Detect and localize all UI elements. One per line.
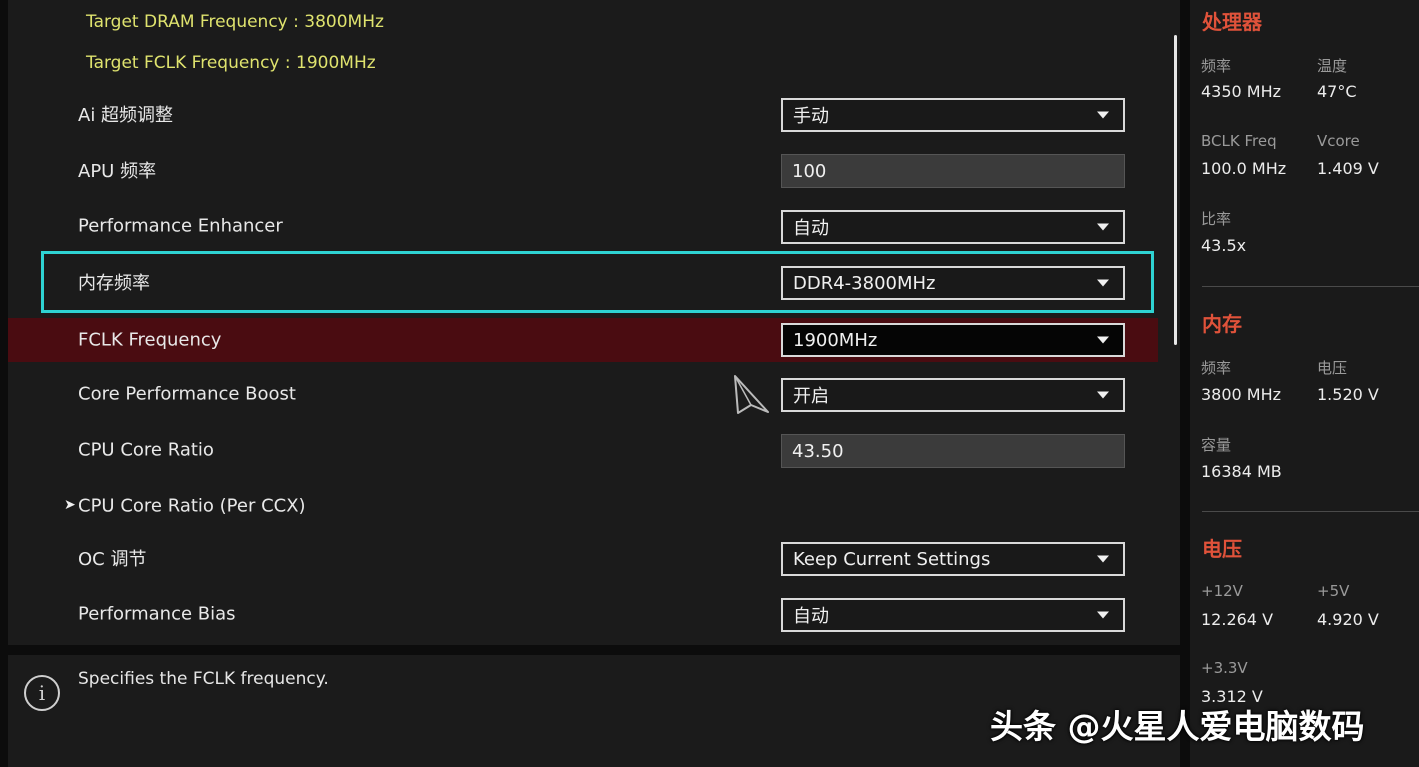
cpu-temp-label: 温度 bbox=[1317, 57, 1348, 75]
setting-row-fclk-frequency[interactable]: FCLK Frequency 1900MHz bbox=[8, 318, 1158, 362]
dropdown-value: 自动 bbox=[793, 606, 829, 627]
bclk-value: 100.0 MHz bbox=[1201, 159, 1287, 178]
cpu-temp-value: 47°C bbox=[1317, 82, 1357, 101]
setting-label: FCLK Frequency bbox=[78, 329, 222, 351]
chevron-down-icon bbox=[1097, 111, 1109, 119]
dropdown-value: Keep Current Settings bbox=[793, 548, 991, 570]
setting-label: Ai 超频调整 bbox=[78, 105, 174, 126]
setting-label: Core Performance Boost bbox=[78, 383, 296, 405]
target-fclk-frequency: Target FCLK Frequency : 1900MHz bbox=[86, 53, 376, 73]
setting-row-core-performance-boost[interactable]: Core Performance Boost 开启 bbox=[8, 366, 1158, 422]
v33-label: +3.3V bbox=[1201, 659, 1248, 677]
hardware-monitor: 处理器 频率 4350 MHz 温度 47°C BCLK Freq 100.0 … bbox=[1190, 0, 1419, 767]
ratio-label: 比率 bbox=[1201, 210, 1232, 228]
bclk-label: BCLK Freq bbox=[1201, 132, 1277, 150]
input-value: 43.50 bbox=[792, 440, 844, 462]
oc-tuner-dropdown[interactable]: Keep Current Settings bbox=[781, 542, 1125, 576]
input-value: 100 bbox=[792, 160, 827, 182]
setting-label: CPU Core Ratio bbox=[78, 439, 214, 461]
chevron-down-icon bbox=[1097, 336, 1109, 344]
setting-row-cpu-core-ratio[interactable]: CPU Core Ratio 43.50 bbox=[8, 422, 1158, 478]
scrollbar[interactable] bbox=[1174, 35, 1177, 345]
section-divider bbox=[1202, 511, 1419, 512]
cpu-freq-label: 频率 bbox=[1201, 57, 1232, 75]
mouse-pointer-icon bbox=[734, 375, 769, 414]
chevron-down-icon bbox=[1097, 223, 1109, 231]
dropdown-value: 1900MHz bbox=[793, 329, 878, 351]
voltage-section-title: 电压 bbox=[1202, 537, 1242, 561]
watermark: 头条 @火星人爱电脑数码 bbox=[990, 707, 1365, 746]
performance-enhancer-dropdown[interactable]: 自动 bbox=[781, 210, 1125, 244]
mem-freq-label: 频率 bbox=[1201, 359, 1232, 377]
v5-value: 4.920 V bbox=[1317, 610, 1379, 629]
memory-frequency-highlight bbox=[41, 251, 1154, 313]
settings-panel: Target DRAM Frequency : 3800MHz Target F… bbox=[8, 0, 1180, 645]
setting-row-oc-tuner[interactable]: OC 调节 Keep Current Settings bbox=[8, 530, 1158, 586]
vcore-value: 1.409 V bbox=[1317, 159, 1379, 178]
v12-label: +12V bbox=[1201, 582, 1243, 600]
setting-row-performance-enhancer[interactable]: Performance Enhancer 自动 bbox=[8, 198, 1158, 254]
mem-capacity-label: 容量 bbox=[1201, 436, 1232, 454]
mem-volt-label: 电压 bbox=[1317, 359, 1348, 377]
apu-frequency-input[interactable]: 100 bbox=[781, 154, 1125, 188]
section-divider bbox=[1202, 286, 1419, 287]
mem-freq-value: 3800 MHz bbox=[1201, 385, 1282, 404]
setting-row-cpu-core-ratio-per-ccx[interactable]: ➤ CPU Core Ratio (Per CCX) bbox=[8, 478, 1158, 534]
info-icon: i bbox=[24, 675, 60, 711]
dropdown-value: 开启 bbox=[793, 386, 829, 407]
vcore-label: Vcore bbox=[1317, 132, 1360, 150]
setting-label: Performance Bias bbox=[78, 603, 236, 625]
setting-row-apu-frequency[interactable]: APU 频率 100 bbox=[8, 142, 1158, 198]
setting-row-ai-overclock[interactable]: Ai 超频调整 手动 bbox=[8, 86, 1158, 142]
fclk-frequency-dropdown[interactable]: 1900MHz bbox=[781, 323, 1125, 357]
chevron-down-icon bbox=[1097, 391, 1109, 399]
mem-capacity-value: 16384 MB bbox=[1201, 462, 1282, 481]
dropdown-value: 自动 bbox=[793, 218, 829, 239]
setting-label: CPU Core Ratio (Per CCX) bbox=[78, 495, 306, 517]
help-text: Specifies the FCLK frequency. bbox=[78, 669, 329, 689]
core-performance-boost-dropdown[interactable]: 开启 bbox=[781, 378, 1125, 412]
submenu-arrow-icon: ➤ bbox=[64, 497, 76, 513]
performance-bias-dropdown[interactable]: 自动 bbox=[781, 598, 1125, 632]
setting-label: APU 频率 bbox=[78, 161, 157, 182]
chevron-down-icon bbox=[1097, 555, 1109, 563]
cpu-freq-value: 4350 MHz bbox=[1201, 82, 1282, 101]
cpu-section-title: 处理器 bbox=[1202, 10, 1262, 34]
setting-label: OC 调节 bbox=[78, 549, 147, 570]
mem-volt-value: 1.520 V bbox=[1317, 385, 1379, 404]
target-dram-frequency: Target DRAM Frequency : 3800MHz bbox=[86, 12, 384, 32]
setting-row-performance-bias[interactable]: Performance Bias 自动 bbox=[8, 586, 1158, 642]
dropdown-value: 手动 bbox=[793, 106, 829, 127]
setting-label: Performance Enhancer bbox=[78, 215, 283, 237]
ai-overclock-dropdown[interactable]: 手动 bbox=[781, 98, 1125, 132]
ratio-value: 43.5x bbox=[1201, 236, 1247, 255]
v12-value: 12.264 V bbox=[1201, 610, 1274, 629]
chevron-down-icon bbox=[1097, 611, 1109, 619]
v5-label: +5V bbox=[1317, 582, 1350, 600]
memory-section-title: 内存 bbox=[1202, 312, 1242, 336]
cpu-core-ratio-input[interactable]: 43.50 bbox=[781, 434, 1125, 468]
